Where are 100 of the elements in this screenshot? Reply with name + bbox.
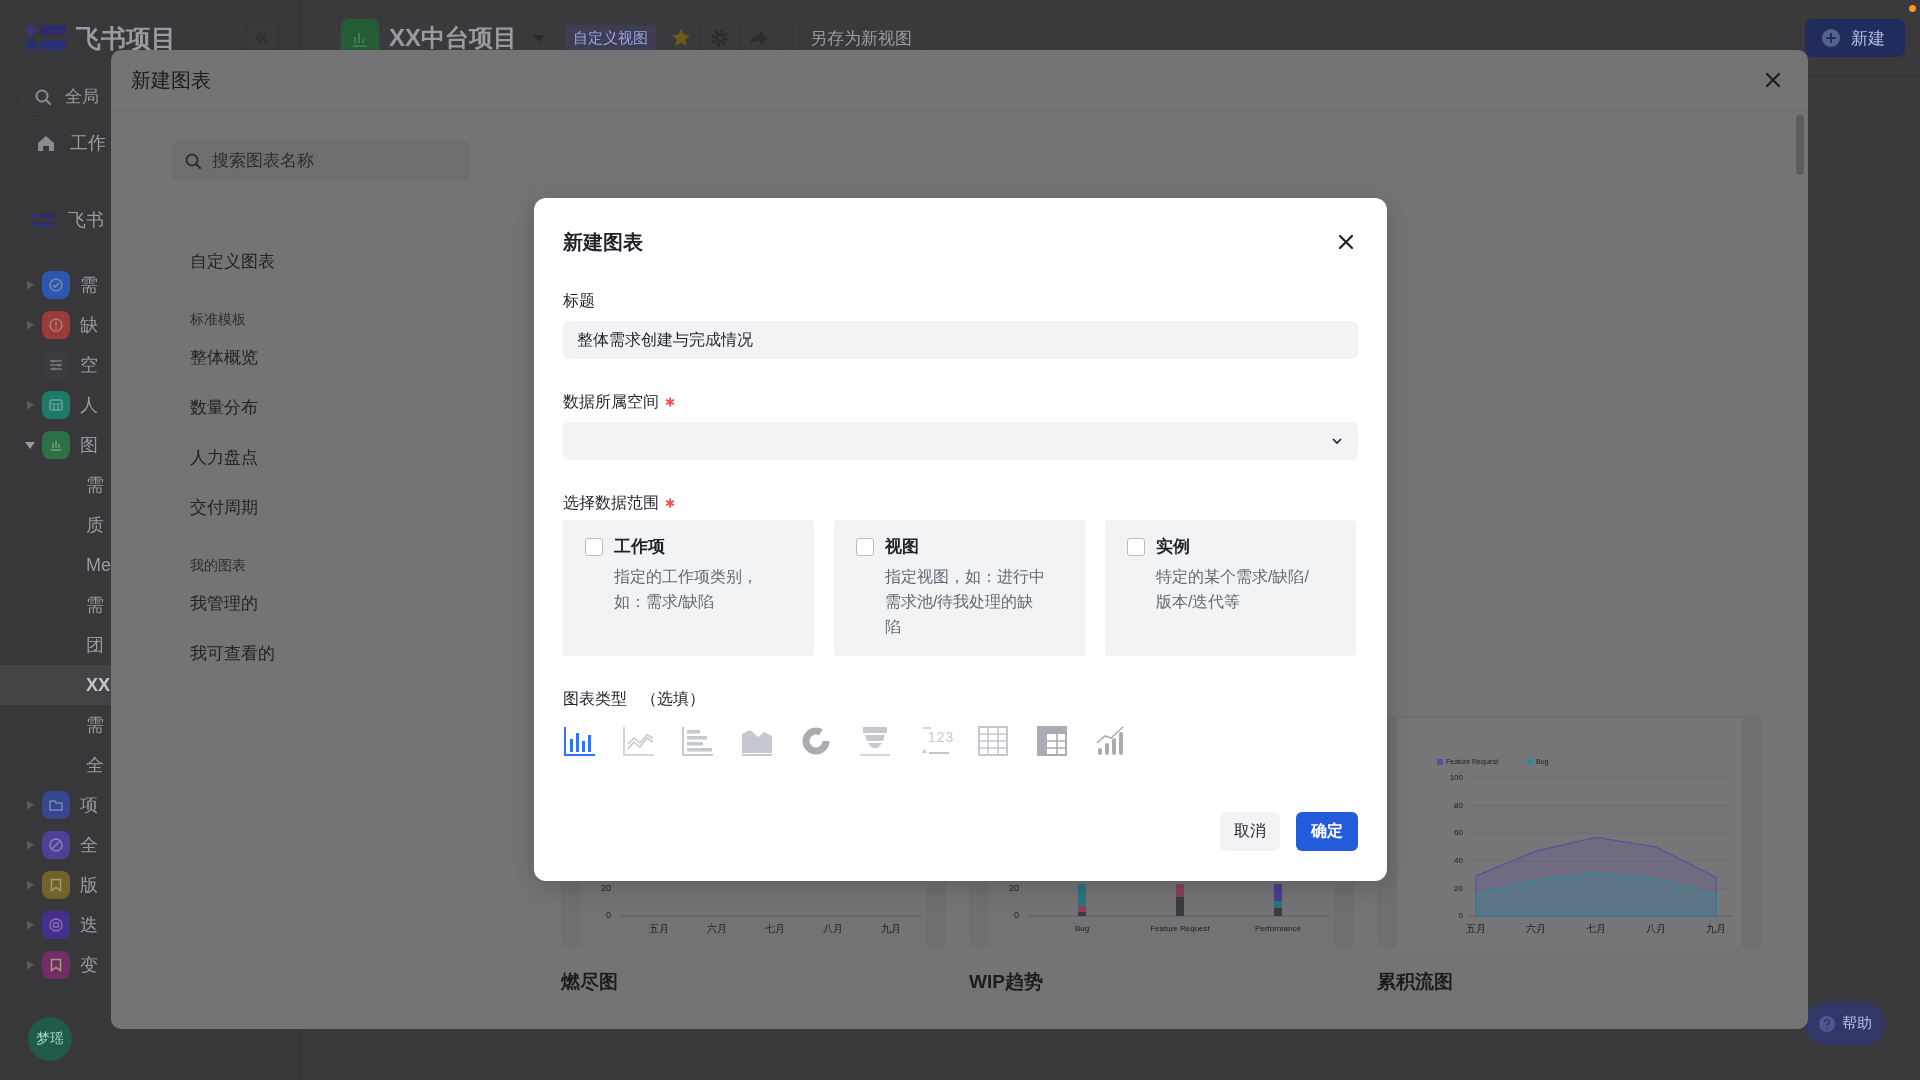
option-title: 实例 (1156, 536, 1191, 558)
search-field[interactable]: 搜索图表名称 (172, 141, 470, 181)
nav-item[interactable]: 人力盘点 (172, 432, 258, 482)
nav-item[interactable]: 数量分布 (172, 382, 258, 432)
close-icon (1764, 71, 1782, 89)
bar-chart-icon[interactable] (563, 724, 597, 758)
option-description: 指定的工作项类别，如：需求/缺陷 (614, 567, 759, 612)
field-label: 选择数据范围 (563, 492, 659, 513)
search-icon (184, 152, 202, 170)
tree-item[interactable]: 全 (0, 825, 108, 865)
close-icon (1337, 233, 1355, 251)
space-icon (32, 212, 54, 228)
horizontal-bar-chart-icon[interactable] (681, 724, 715, 758)
title-field[interactable]: 整体需求创建与完成情况 (563, 321, 1358, 359)
card-title: 燃尽图 (561, 970, 618, 994)
axis-tick-label: 0 (606, 910, 611, 921)
stacked-bar (1274, 884, 1282, 916)
tree-item[interactable]: 需 (0, 585, 114, 625)
tree-item[interactable]: 全 (0, 745, 114, 785)
plus-icon (1821, 28, 1841, 48)
axis-label: 九月 (1706, 922, 1726, 934)
nav-section-label: 标准模板 (189, 310, 246, 329)
tree-item[interactable]: 项 (0, 785, 108, 825)
axis-tick-label: 20 (1454, 883, 1463, 893)
help-button[interactable]: 帮助 (1805, 1002, 1885, 1045)
axis-tick-label: 100 (1449, 773, 1463, 783)
cancel-button[interactable]: 取消 (1220, 812, 1280, 851)
user-avatar[interactable]: 梦瑶 (28, 1016, 72, 1061)
checkbox[interactable] (856, 538, 874, 556)
axis-label: Feature Request (1150, 924, 1210, 934)
line-chart-icon[interactable] (622, 724, 656, 758)
axis-label: 五月 (649, 922, 669, 934)
space-select[interactable] (563, 422, 1358, 460)
view-tag[interactable]: 自定义视图 (565, 24, 656, 52)
axis-tick-label: 20 (1009, 883, 1019, 894)
tree-item[interactable]: 变 (0, 945, 108, 985)
axis-label: 八月 (823, 922, 843, 934)
axis-label: 六月 (1526, 922, 1546, 934)
axis-label: 八月 (1646, 922, 1666, 934)
axis-label: 七月 (1586, 922, 1606, 934)
settings-icon[interactable] (709, 27, 731, 49)
tree-item[interactable]: 人 (0, 385, 108, 425)
tree-item[interactable]: 需 (0, 705, 114, 745)
option-title: 视图 (885, 536, 920, 558)
tree-item[interactable]: 图 (0, 425, 108, 465)
field-label: 数据所属空间 (563, 391, 659, 412)
axis-tick-label: 40 (1454, 855, 1463, 865)
tree-item[interactable]: 版 (0, 865, 108, 905)
card-title: 累积流图 (1377, 970, 1453, 994)
optional-hint: （选填） (641, 688, 705, 709)
new-button[interactable]: 新建 (1805, 19, 1905, 57)
legend-swatch (1527, 759, 1533, 765)
option-description: 特定的某个需求/缺陷/版本/迭代等 (1156, 567, 1310, 612)
stacked-bar (1078, 884, 1086, 916)
funnel-chart-icon[interactable] (858, 724, 892, 758)
axis-tick-label: 20 (601, 883, 611, 894)
axis-tick-label: 80 (1454, 800, 1463, 810)
table-icon[interactable] (976, 724, 1010, 758)
nav-item[interactable]: 自定义图表 (172, 236, 275, 286)
dialog-title: 新建图表 (563, 229, 643, 255)
scope-option-card[interactable]: 视图 指定视图，如：进行中需求池/待我处理的缺陷 (834, 520, 1085, 656)
project-name[interactable]: XX中台项目 (389, 22, 517, 54)
close-button[interactable] (1337, 233, 1355, 251)
tree-item[interactable]: 团 (0, 625, 114, 665)
legend-swatch (1437, 759, 1443, 765)
option-title: 工作项 (614, 536, 666, 558)
axis-tick-label: 0 (1014, 910, 1019, 921)
tree-item[interactable]: 质 (0, 505, 114, 545)
tree-item[interactable]: 空 (0, 345, 108, 385)
checkbox[interactable] (585, 538, 603, 556)
tree-item[interactable]: 缺 (0, 305, 108, 345)
tree-item[interactable]: 迭 (0, 905, 108, 945)
confirm-button[interactable]: 确定 (1296, 812, 1358, 851)
nav-item[interactable]: 整体概览 (172, 332, 258, 382)
field-label: 标题 (563, 290, 595, 311)
card-title: WIP趋势 (969, 970, 1043, 994)
notification-dot (1909, 5, 1916, 12)
logo-icon (26, 23, 66, 53)
checkbox[interactable] (1127, 538, 1145, 556)
nav-item[interactable]: 我管理的 (172, 578, 258, 628)
stacked-bar (1176, 884, 1184, 916)
axis-label: 六月 (707, 922, 727, 934)
scope-option-card[interactable]: 实例 特定的某个需求/缺陷/版本/迭代等 (1105, 520, 1356, 656)
tree-item[interactable]: 需 (0, 265, 108, 305)
nav-item[interactable]: 我可查看的 (172, 628, 275, 678)
axis-label: Performance (1255, 924, 1301, 934)
pivot-table-icon[interactable] (1035, 724, 1069, 758)
field-label: 图表类型 (563, 688, 627, 709)
scope-option-card[interactable]: 工作项 指定的工作项类别，如：需求/缺陷 (563, 520, 814, 656)
axis-label: Bug (1074, 924, 1090, 934)
space-item[interactable]: 飞书 (0, 200, 114, 240)
axis-tick-label: 60 (1454, 828, 1463, 838)
nav-item[interactable]: 工作 (0, 123, 116, 163)
nav-item[interactable]: 交付周期 (172, 482, 258, 532)
question-icon (1818, 1014, 1836, 1033)
tree-item[interactable]: 需 (0, 465, 114, 505)
option-description: 指定视图，如：进行中需求池/待我处理的缺陷 (885, 567, 1046, 637)
dialog-title: 新建图表 (131, 67, 211, 93)
nav-section-label: 我的图表 (189, 556, 246, 575)
search-icon (34, 88, 52, 106)
